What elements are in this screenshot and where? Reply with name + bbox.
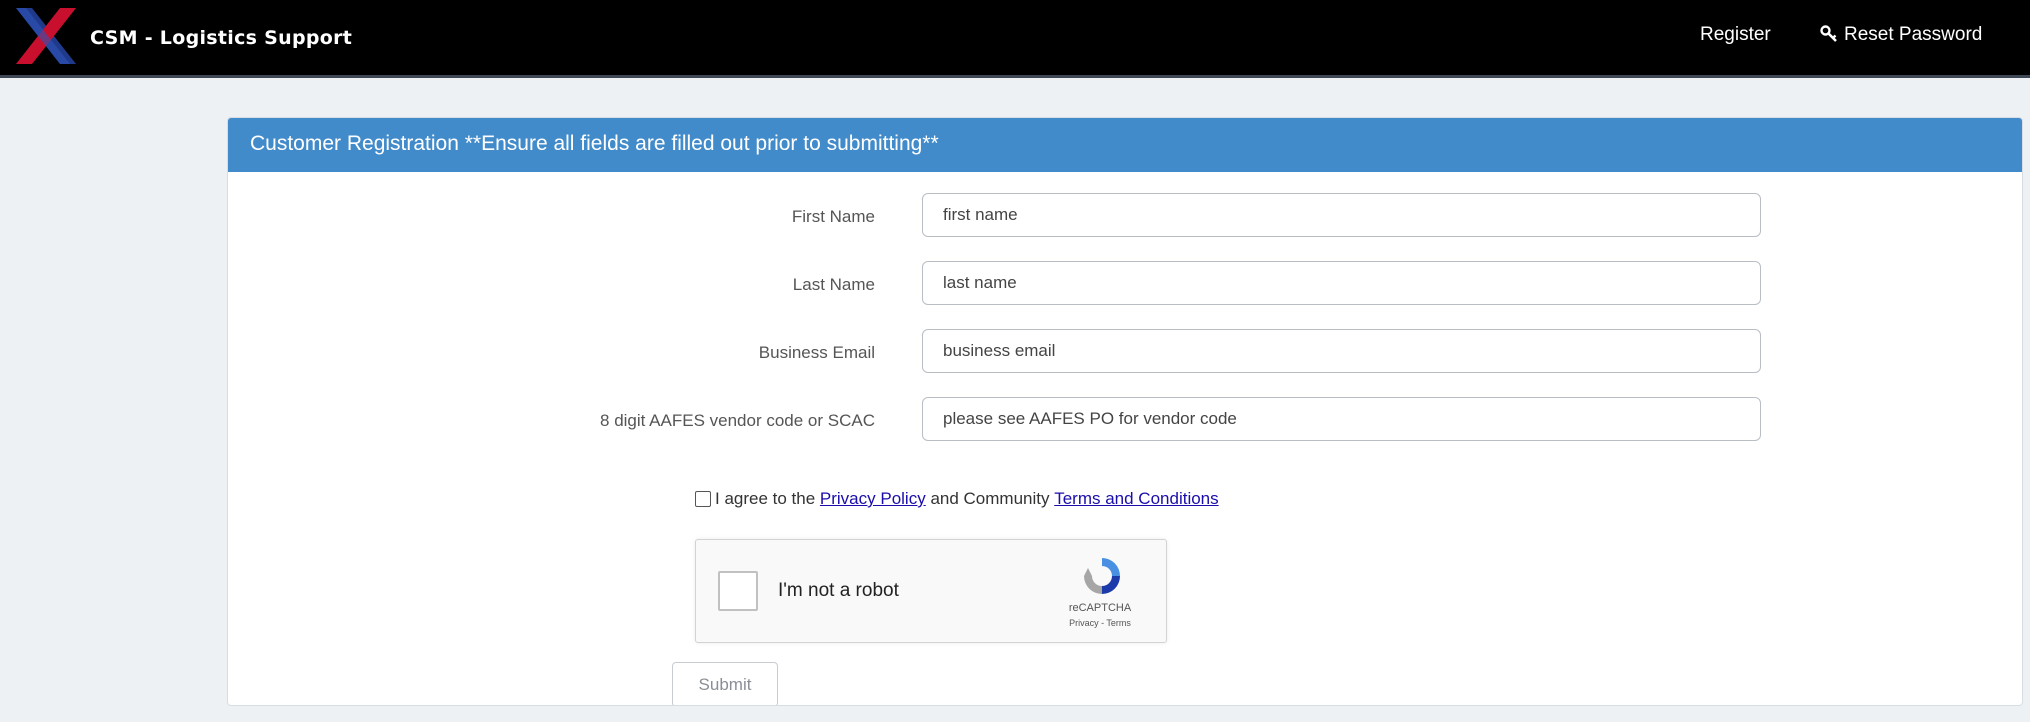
agree-middle: and Community bbox=[925, 489, 1055, 508]
first-name-input[interactable] bbox=[922, 193, 1761, 237]
agree-checkbox[interactable] bbox=[695, 491, 711, 507]
recaptcha-logo-icon bbox=[1084, 558, 1120, 594]
terms-conditions-link[interactable]: Terms and Conditions bbox=[1054, 489, 1218, 509]
panel-header: Customer Registration **Ensure all field… bbox=[228, 118, 2022, 172]
panel-title: Customer Registration **Ensure all field… bbox=[250, 132, 939, 155]
recaptcha-widget: I'm not a robot reCAPTCHA Privacy - Term… bbox=[695, 539, 1167, 643]
registration-panel: Customer Registration **Ensure all field… bbox=[227, 117, 2023, 706]
top-navbar: CSM - Logistics Support Register Reset P… bbox=[0, 0, 2030, 78]
app-title: CSM - Logistics Support bbox=[90, 27, 353, 49]
vendor-code-input[interactable] bbox=[922, 397, 1761, 441]
vendor-code-label: 8 digit AAFES vendor code or SCAC bbox=[600, 411, 875, 430]
key-icon bbox=[1820, 25, 1837, 42]
recaptcha-label: I'm not a robot bbox=[778, 580, 899, 601]
register-link[interactable]: Register bbox=[1700, 24, 1771, 46]
last-name-label: Last Name bbox=[792, 275, 875, 294]
last-name-input[interactable] bbox=[922, 261, 1761, 305]
reset-password-label: Reset Password bbox=[1844, 24, 1983, 45]
recaptcha-checkbox[interactable] bbox=[718, 571, 758, 611]
reset-password-link[interactable]: Reset Password bbox=[1820, 24, 1982, 46]
exchange-logo-icon[interactable] bbox=[14, 4, 78, 68]
business-email-label: Business Email bbox=[758, 343, 875, 362]
business-email-input[interactable] bbox=[922, 329, 1761, 373]
agree-row: I agree to the Privacy Policy and Commun… bbox=[695, 489, 1219, 509]
first-name-label: First Name bbox=[791, 207, 875, 226]
privacy-policy-link[interactable]: Privacy Policy bbox=[820, 489, 926, 509]
recaptcha-brand: reCAPTCHA bbox=[1068, 602, 1132, 614]
submit-button[interactable]: Submit bbox=[672, 662, 778, 705]
agree-prefix: I agree to the bbox=[715, 489, 820, 508]
recaptcha-links[interactable]: Privacy - Terms bbox=[1040, 618, 1160, 628]
